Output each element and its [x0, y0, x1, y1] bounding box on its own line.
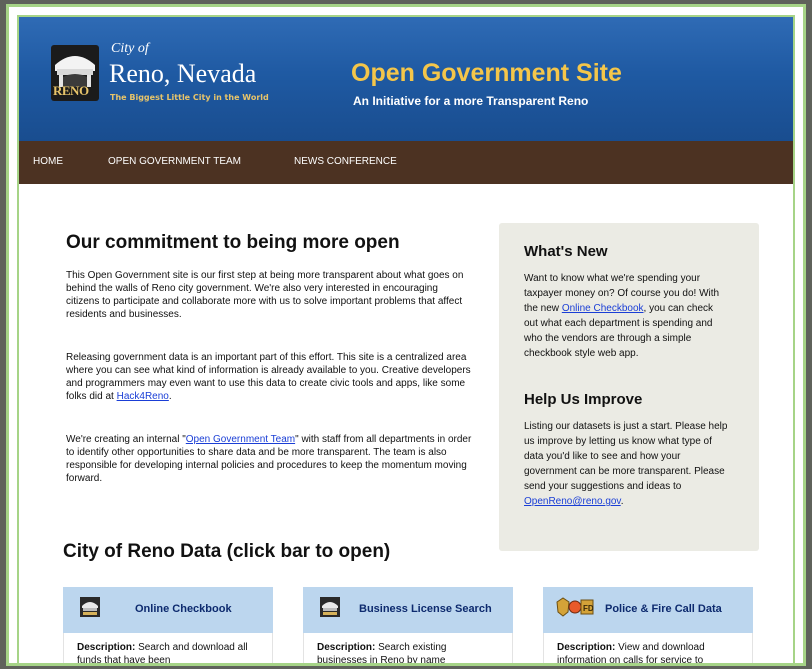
city-name[interactable]: Reno, Nevada — [109, 59, 256, 89]
business-license-bar[interactable]: Business License Search — [303, 587, 513, 633]
site-title: Open Government Site — [351, 59, 622, 87]
business-license-description: Description: Search existing businesses … — [317, 641, 497, 663]
team-paragraph: We're creating an internal "Open Governm… — [66, 433, 474, 485]
nav-home[interactable]: HOME — [33, 156, 63, 167]
data-paragraph-end: . — [168, 391, 172, 402]
online-checkbook-card: Online Checkbook Description: Search and… — [63, 587, 273, 663]
svg-text:FD: FD — [583, 604, 594, 613]
city-logo[interactable]: RENO — [49, 43, 105, 107]
help-us-improve-text: Listing our datasets is just a start. Pl… — [524, 419, 729, 509]
main-nav: HOME OPEN GOVERNMENT TEAM NEWS CONFERENC… — [19, 141, 793, 184]
open-government-team-link[interactable]: Open Government Team — [186, 434, 295, 445]
police-fire-card: FD Police & Fire Call Data Description: … — [543, 587, 753, 663]
data-section-heading: City of Reno Data (click bar to open) — [63, 541, 391, 562]
commitment-heading: Our commitment to being more open — [66, 232, 400, 253]
data-paragraph: Releasing government data is an importan… — [66, 351, 474, 403]
help-text-start: Listing our datasets is just a start. Pl… — [524, 421, 728, 492]
online-checkbook-link[interactable]: Online Checkbook — [562, 303, 644, 314]
nav-open-government-team[interactable]: OPEN GOVERNMENT TEAM — [108, 156, 241, 167]
business-license-title: Business License Search — [359, 603, 492, 615]
description-label: Description: — [77, 642, 136, 653]
city-of-label: City of — [111, 41, 149, 56]
description-label: Description: — [557, 642, 616, 653]
police-fire-body: Description: View and download informati… — [543, 633, 753, 663]
police-fire-badge-icon: FD — [556, 597, 594, 617]
business-license-card: Business License Search Description: Sea… — [303, 587, 513, 663]
site-header: RENO City of Reno, Nevada The Biggest Li… — [19, 17, 793, 141]
help-text-end: . — [620, 496, 624, 507]
intro-paragraph: This Open Government site is our first s… — [66, 270, 464, 320]
online-checkbook-bar[interactable]: Online Checkbook — [63, 587, 273, 633]
police-fire-bar[interactable]: FD Police & Fire Call Data — [543, 587, 753, 633]
help-us-improve-heading: Help Us Improve — [524, 391, 643, 408]
whats-new-heading: What's New — [524, 243, 608, 260]
site-subtitle: An Initiative for a more Transparent Ren… — [353, 94, 589, 108]
openreno-email-link[interactable]: OpenReno@reno.gov — [524, 496, 621, 507]
page-content: RENO City of Reno, Nevada The Biggest Li… — [17, 15, 795, 663]
business-license-body: Description: Search existing businesses … — [303, 633, 513, 663]
online-checkbook-description: Description: Search and download all fun… — [77, 641, 257, 663]
sidebar-panel: What's New Want to know what we're spend… — [499, 223, 759, 551]
page-frame: RENO City of Reno, Nevada The Biggest Li… — [6, 4, 806, 666]
description-label: Description: — [317, 642, 376, 653]
reno-seal-icon — [80, 597, 100, 617]
online-checkbook-title: Online Checkbook — [135, 603, 232, 615]
team-paragraph-text: We're creating an internal " — [66, 434, 186, 445]
police-fire-title: Police & Fire Call Data — [605, 603, 722, 615]
reno-seal-icon — [320, 597, 340, 617]
city-tagline: The Biggest Little City in the World — [110, 93, 269, 102]
nav-news-conference[interactable]: NEWS CONFERENCE — [294, 156, 397, 167]
whats-new-text: Want to know what we're spending your ta… — [524, 271, 729, 361]
hack4reno-link[interactable]: Hack4Reno — [117, 391, 169, 402]
online-checkbook-body: Description: Search and download all fun… — [63, 633, 273, 663]
reno-stamp: RENO — [53, 83, 89, 98]
police-fire-description: Description: View and download informati… — [557, 641, 737, 663]
